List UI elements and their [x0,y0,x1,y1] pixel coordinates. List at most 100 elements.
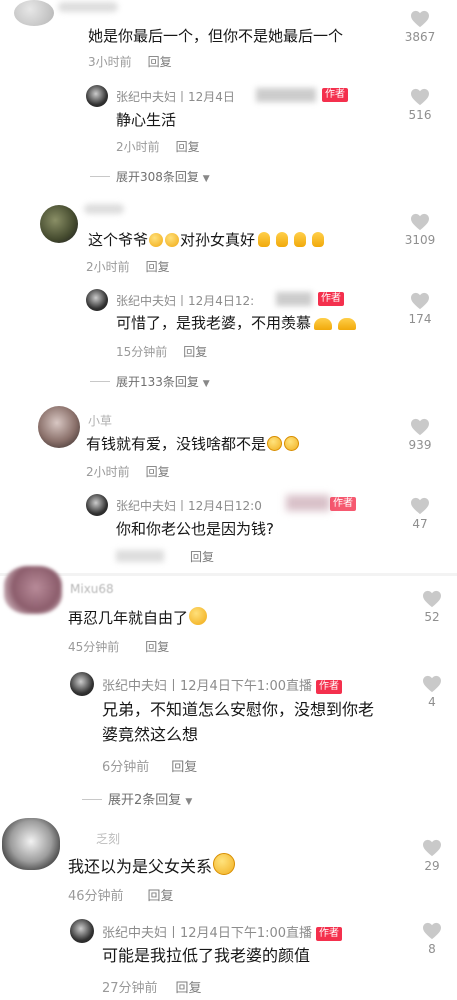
heart-icon [410,497,430,515]
author-avatar[interactable] [86,289,108,311]
avatar[interactable] [4,566,62,614]
blurred-text [116,550,164,562]
like-count: 52 [424,610,440,624]
like-button[interactable]: 3867 [397,10,443,44]
reply-button[interactable]: 回复 [146,465,170,479]
avatar[interactable] [38,406,80,448]
username[interactable]: 小草 [88,412,112,429]
like-count: 516 [408,108,432,122]
comment-text: 我还以为是父女关系 [68,853,236,877]
heart-icon [410,10,430,28]
divider [0,573,457,576]
like-button[interactable]: 939 [397,418,443,452]
author-reply-text: 你和你老公也是因为钱? [116,520,274,538]
like-button[interactable]: 174 [397,292,443,326]
author-name[interactable]: 张纪中夫妇丨12月4日下午1:00直播 作者 [102,922,343,941]
hand-emoji-icon [276,232,289,247]
author-avatar[interactable] [86,85,108,107]
avatar[interactable] [40,205,78,243]
author-reply-meta: 27分钟前 回复 [102,981,202,996]
username[interactable]: 乏刻 [96,830,120,847]
author-name[interactable]: 张纪中夫妇丨12月4日下午1:00直播 作者 [102,675,343,694]
author-tag: 作者 [318,292,344,306]
like-count: 8 [428,942,436,956]
reply-button[interactable]: 回复 [145,640,169,654]
author-reply-meta: 6分钟前 回复 [102,760,198,775]
avatar[interactable] [14,0,54,26]
like-button[interactable]: 8 [409,922,455,956]
comment-meta: 2小时前 回复 [86,465,170,479]
author-tag: 作者 [316,927,343,941]
grandpa-emoji-icon [149,233,164,247]
heart-icon [410,292,430,310]
like-button[interactable]: 47 [397,497,443,531]
author-tag: 作者 [322,88,348,102]
comment-text: 有钱就有爱，没钱啥都不是 [86,434,300,454]
blurred-text [256,88,316,102]
hand-emoji-icon [338,318,357,330]
author-reply-meta: 15分钟前 回复 [116,345,208,359]
divider-line [90,381,110,382]
comment-time: 3小时前 [88,55,132,69]
comment-text: 这个爷爷 对孙女真好 [88,230,327,250]
hand-emoji-icon [294,232,307,247]
blurred-username [58,2,118,12]
thinking-emoji-icon [189,607,208,625]
author-tag: 作者 [330,497,356,511]
author-reply-text: 静心生活 [116,111,177,129]
author-avatar[interactable] [70,919,94,943]
author-avatar[interactable] [86,494,108,516]
like-button[interactable]: 3109 [397,213,443,247]
laughing-emoji-icon [284,436,300,451]
like-count: 3109 [404,233,436,247]
like-count: 3867 [404,30,436,44]
author-reply-text: 兄弟，不知道怎么安慰你，没想到你老 [102,700,375,719]
author-name[interactable]: 张纪中夫妇丨12月4日12: 作者 [116,292,344,309]
laughing-emoji-icon [267,436,283,451]
hand-emoji-icon [312,232,325,247]
expand-replies[interactable]: 展开133条回复 ▼ [90,373,210,390]
comment-text: 她是你最后一个，但你不是她最后一个 [88,27,344,45]
author-tag: 作者 [316,680,343,694]
reply-button[interactable]: 回复 [171,760,197,775]
reply-button[interactable]: 回复 [146,260,170,274]
username[interactable]: Mixu68 [70,582,114,596]
blurred-username [84,204,124,214]
divider-line [90,176,110,177]
reply-button[interactable]: 回复 [148,889,174,904]
avatar[interactable] [2,818,60,870]
comment-meta: 46分钟前 回复 [68,889,174,904]
grinning-sweat-emoji-icon [213,853,236,875]
reply-button[interactable]: 回复 [183,345,207,359]
author-name[interactable]: 张纪中夫妇丨12月4日12:0 作者 [116,495,356,514]
like-button[interactable]: 516 [397,88,443,122]
heart-icon [422,839,442,857]
blurred-text [276,292,312,306]
heart-icon [410,88,430,106]
expand-replies[interactable]: 展开2条回复 ▼ [82,789,192,808]
heart-icon [422,675,442,693]
like-count: 29 [424,859,440,873]
like-count: 4 [428,695,436,709]
reply-button[interactable]: 回复 [176,981,202,996]
comment-meta: 3小时前 回复 [88,53,172,70]
like-button[interactable]: 29 [409,839,455,873]
blurred-text [286,495,330,511]
reply-button[interactable]: 回复 [148,55,172,69]
chevron-down-icon: ▼ [202,379,210,389]
author-name[interactable]: 张纪中夫妇丨12月4日 作者 [116,88,348,105]
heart-icon [422,922,442,940]
chevron-down-icon: ▼ [185,797,193,807]
like-count: 939 [408,438,432,452]
like-button[interactable]: 52 [409,590,455,624]
comment-meta: 2小时前 回复 [86,260,170,274]
author-avatar[interactable] [70,672,94,696]
comment-text: 再忍几年就自由了 [68,607,208,628]
heart-icon [422,590,442,608]
expand-replies[interactable]: 展开308条回复 ▼ [90,168,210,185]
reply-button[interactable]: 回复 [190,550,214,564]
like-button[interactable]: 4 [409,675,455,709]
reply-button[interactable]: 回复 [176,140,200,154]
grandpa-emoji-icon [165,233,180,247]
heart-icon [410,213,430,231]
